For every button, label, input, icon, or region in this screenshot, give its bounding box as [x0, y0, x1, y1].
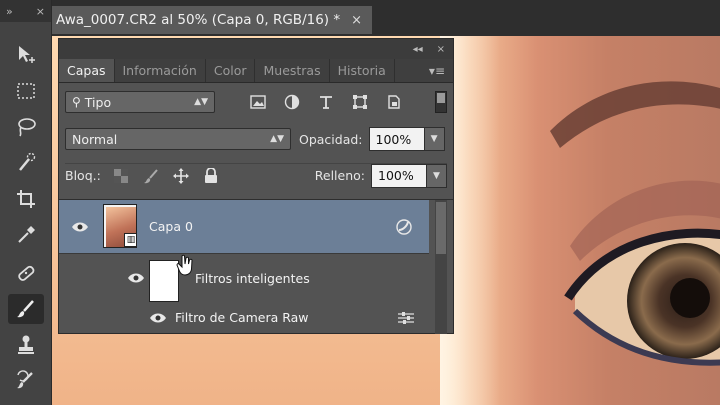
close-panel-icon[interactable]: ×	[437, 44, 445, 55]
tools-panel: » ×	[0, 0, 52, 405]
move-tool-icon[interactable]	[8, 40, 44, 70]
eyedropper-tool-icon[interactable]	[8, 220, 44, 250]
panel-header: ◂◂ ×	[59, 39, 453, 59]
portrait-eye-image	[440, 36, 720, 405]
chevron-updown-icon: ▲▼	[270, 134, 284, 144]
history-brush-tool-icon[interactable]	[8, 366, 44, 396]
tab-info[interactable]: Información	[115, 59, 206, 82]
filter-type-select[interactable]: ⚲ Tipo ▲▼	[65, 91, 215, 113]
lock-transparency-icon[interactable]	[113, 168, 129, 184]
filter-type-label: Tipo	[84, 94, 112, 110]
brush-tool-icon[interactable]	[8, 294, 44, 324]
tab-history[interactable]: Historia	[330, 59, 395, 82]
camera-raw-eye-icon[interactable]	[149, 312, 167, 324]
document-tab[interactable]: Awa_0007.CR2 al 50% (Capa 0, RGB/16) * ×	[52, 6, 372, 34]
tab-swatches[interactable]: Muestras	[255, 59, 330, 82]
image-filter-icon[interactable]	[249, 93, 267, 111]
layer-name[interactable]: Capa 0	[149, 219, 193, 234]
opacity-field[interactable]: 100%	[368, 127, 425, 151]
chevron-updown-icon: ▲▼	[194, 97, 208, 107]
blend-row: Normal ▲▼ Opacidad: 100% ▼	[65, 127, 447, 151]
panel-tabs: Capas Información Color Muestras Histori…	[59, 59, 453, 83]
smart-object-filter-icon[interactable]	[385, 93, 403, 111]
fill-dropdown-icon[interactable]: ▼	[427, 163, 447, 188]
lock-all-icon[interactable]	[203, 167, 219, 184]
lock-icons	[113, 167, 219, 184]
lock-label: Bloq.:	[65, 168, 101, 183]
crop-tool-icon[interactable]	[8, 184, 44, 214]
smart-filters-label[interactable]: Filtros inteligentes	[195, 271, 310, 286]
fill-label: Relleno:	[314, 168, 365, 183]
marquee-tool-icon[interactable]	[8, 76, 44, 106]
clone-stamp-tool-icon[interactable]	[8, 330, 44, 360]
blend-mode-label: Normal	[72, 131, 118, 147]
canvas-image[interactable]	[440, 36, 720, 405]
panel-menu-icon[interactable]: ▾≡	[429, 59, 453, 82]
tab-color[interactable]: Color	[206, 59, 256, 82]
layers-panel: ◂◂ × Capas Información Color Muestras Hi…	[58, 38, 454, 334]
layers-list: ▥ Capa 0 Filtros inteligentes Filtro de …	[59, 199, 453, 334]
smart-filter-mask-thumbnail	[149, 260, 179, 302]
layer-filter-row: ⚲ Tipo ▲▼	[65, 91, 447, 113]
document-title: Awa_0007.CR2 al 50% (Capa 0, RGB/16) *	[56, 12, 341, 28]
quick-selection-tool-icon[interactable]	[8, 148, 44, 178]
lock-position-icon[interactable]	[172, 167, 189, 184]
lock-row: Bloq.: Relleno: 100% ▼	[65, 163, 447, 188]
smart-filters-eye-icon[interactable]	[127, 272, 145, 284]
tab-layers[interactable]: Capas	[59, 59, 115, 82]
collapse-toolbar-icon[interactable]: »	[6, 5, 13, 18]
close-toolbar-icon[interactable]: ×	[36, 5, 45, 18]
fill-field[interactable]: 100%	[371, 163, 427, 188]
lasso-tool-icon[interactable]	[8, 112, 44, 142]
layers-scrollbar[interactable]	[435, 200, 447, 334]
adjustment-filter-icon[interactable]	[283, 93, 301, 111]
healing-brush-tool-icon[interactable]	[8, 258, 44, 288]
camera-raw-filter-label[interactable]: Filtro de Camera Raw	[175, 310, 309, 325]
close-document-icon[interactable]: ×	[351, 13, 362, 28]
filter-blending-options-icon[interactable]	[397, 310, 415, 324]
opacity-dropdown-icon[interactable]: ▼	[424, 127, 445, 151]
smart-object-badge-icon: ▥	[124, 233, 136, 247]
smart-filter-indicator-icon[interactable]	[395, 218, 413, 236]
collapse-panel-icon[interactable]: ◂◂	[413, 44, 423, 55]
visibility-eye-icon[interactable]	[71, 221, 89, 233]
toolbar-header: » ×	[0, 0, 51, 22]
layer-thumbnail: ▥	[103, 204, 137, 248]
blend-mode-select[interactable]: Normal ▲▼	[65, 128, 291, 150]
hand-cursor-icon	[176, 254, 196, 276]
type-filter-icon[interactable]	[317, 93, 335, 111]
opacity-label: Opacidad:	[299, 131, 363, 147]
search-icon: ⚲	[72, 95, 81, 109]
scrollbar-thumb[interactable]	[436, 202, 446, 254]
shape-filter-icon[interactable]	[351, 93, 369, 111]
lock-pixels-icon[interactable]	[143, 168, 159, 184]
filter-toggle-switch[interactable]	[435, 91, 447, 113]
filter-icons	[249, 93, 403, 111]
